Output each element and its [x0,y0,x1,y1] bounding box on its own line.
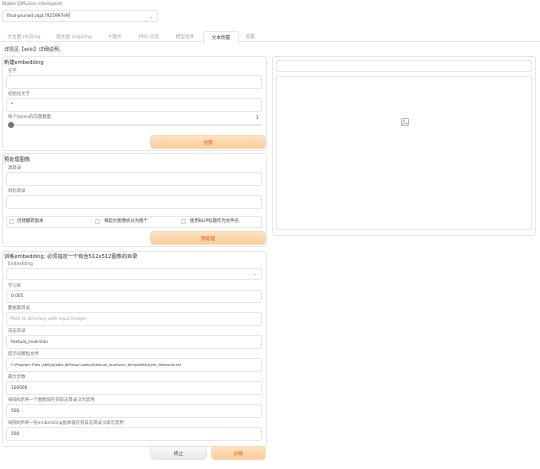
dest-dir-input[interactable] [6,195,262,209]
output-status-bar [276,60,532,72]
flip-checkbox[interactable] [9,219,14,224]
learning-rate-input[interactable]: 0.005 [6,290,262,303]
max-steps-input[interactable]: 100000 [6,381,262,395]
preprocess-title: 预处理图像 [4,157,30,163]
max-steps-label: 最大步数 [8,375,26,380]
learning-rate-label: 学习率 [8,284,22,289]
dataset-dir-label: 数据集目录 [8,306,30,311]
prompt-template-label: 提示词模板文件 [8,352,39,357]
tab-img2img[interactable]: 图生图 img2img [50,31,98,42]
embedding-select[interactable]: ⌄ [6,268,262,280]
vectors-value: 1 [256,116,259,121]
vectors-slider-handle[interactable] [8,122,14,128]
vectors-label: 每个token的向量数量 [8,115,52,120]
save-embedding-every-input[interactable]: 500 [6,427,262,441]
tab-txt2img[interactable]: 文生图 txt2img [2,31,46,42]
stop-button[interactable]: 终止 [150,446,207,460]
split-checkbox[interactable] [95,219,100,224]
tab-upscale[interactable]: Al放大 [102,31,128,42]
tab-merge[interactable]: 模型合并 [170,31,200,42]
embedding-label: Embedding [8,262,33,267]
checkpoint-select[interactable]: final-pruned.ckpt [925997e9] ⌄ [2,10,158,22]
dataset-dir-input[interactable]: Path to directory with input images [6,312,262,326]
prompt-template-input[interactable]: F:\Program Files (x86)\stable-diffusion-… [6,358,262,372]
image-placeholder-icon [401,118,409,126]
tab-textual-inversion[interactable]: 文本倒置 [203,31,239,44]
init-text-input[interactable]: * [6,98,262,112]
tab-png-info[interactable]: PNG 信息 [132,31,166,42]
create-embedding-title: 新建embedding [4,60,44,66]
checkpoint-label: Stable Diffusion checkpoint [2,2,63,7]
create-embedding-button[interactable]: 创建 [150,135,266,149]
source-dir-input[interactable] [6,172,262,186]
flip-checkbox-label: 创建翻转副本 [17,219,44,224]
vectors-slider-track[interactable] [8,124,262,126]
log-dir-label: 日志目录 [8,329,26,334]
save-image-every-label: 每隔N步将一个图像保存到日志目录,0为禁用 [8,398,95,403]
init-text-label: 初始化文字 [8,92,30,97]
source-dir-label: 源目录 [8,166,22,171]
checkpoint-value: final-pruned.ckpt [925997e9] [7,13,71,19]
train-title: 训练embedding; 必须指定一个有含512x512图像的目录 [4,254,138,260]
preprocess-button[interactable]: 预处理 [150,231,266,245]
blip-checkbox-label: 使用BLIP标题作为文件名 [190,219,239,224]
split-checkbox-label: 将超大图像拆分为两个 [104,219,148,224]
tab-settings[interactable]: 设置 [240,31,260,42]
log-dir-input[interactable]: textual_inversion [6,335,262,349]
chevron-down-icon: ⌄ [149,14,153,19]
name-input[interactable] [6,75,262,89]
name-label: 名字 [8,69,17,74]
save-embedding-every-label: 每隔N步将一份embedding副本保存到日志目录,0表示禁用 [8,421,124,426]
output-image-area [276,76,532,230]
chevron-down-icon: ⌄ [253,271,257,276]
dest-dir-label: 目标目录 [8,189,26,194]
save-image-every-input[interactable]: 500 [6,404,262,418]
wiki-info-text: 详情见【wiki】详细说明。 [4,47,64,53]
train-button[interactable]: 训练 [211,446,266,460]
blip-checkbox[interactable] [181,219,186,224]
